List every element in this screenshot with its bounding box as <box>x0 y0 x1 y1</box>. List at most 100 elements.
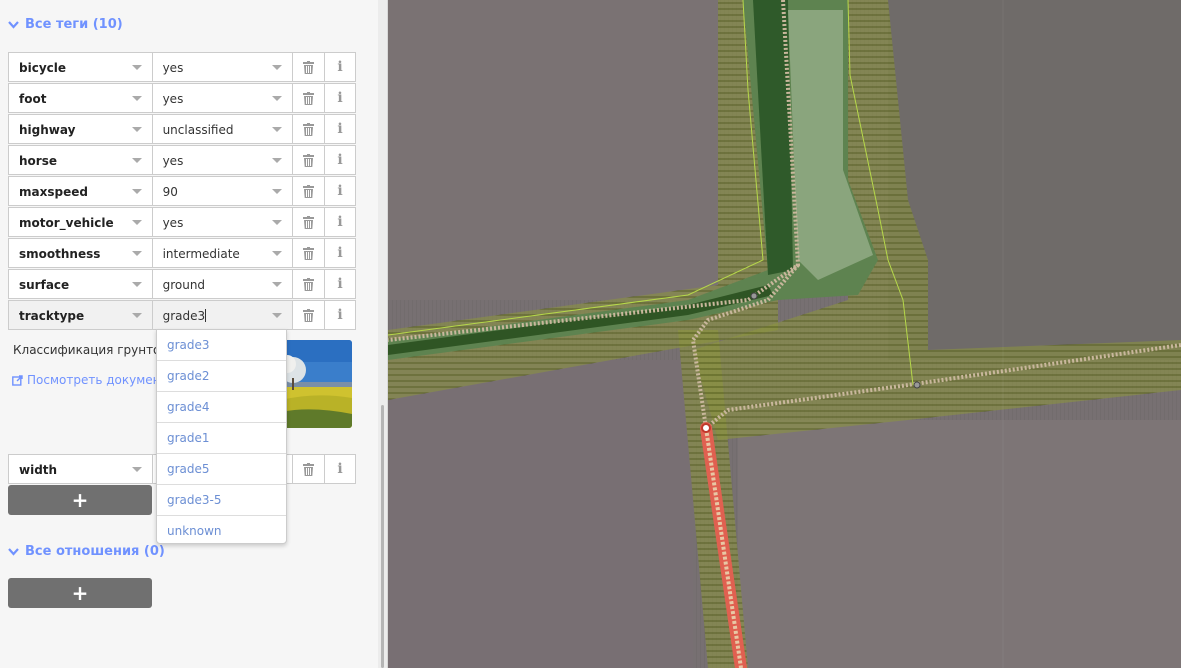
info-icon: i <box>337 245 343 261</box>
all-relations-header[interactable]: Все отношения (0) <box>8 544 165 559</box>
tag-value-field[interactable]: yes <box>151 52 293 82</box>
trash-icon <box>303 153 315 167</box>
tag-value-field[interactable]: ground <box>151 269 293 299</box>
combo-arrow-icon[interactable] <box>131 96 142 101</box>
tag-info-button[interactable]: i <box>324 300 356 330</box>
delete-tag-button[interactable] <box>292 300 325 330</box>
trash-icon <box>303 215 315 229</box>
combo-arrow-icon[interactable] <box>131 313 142 318</box>
tag-row: surface ground i <box>8 269 356 299</box>
tag-value-field[interactable]: yes <box>151 207 293 237</box>
tag-value-wrap: 90 <box>163 185 178 199</box>
tag-value-field[interactable]: unclassified <box>151 114 293 144</box>
tag-value-text: yes <box>162 61 184 75</box>
tag-key-text: tracktype <box>19 309 85 323</box>
tag-value-field[interactable]: yes <box>151 145 293 175</box>
tag-value-field[interactable]: grade3 <box>151 300 293 330</box>
tag-info-button[interactable]: i <box>324 83 356 113</box>
tag-key-field[interactable]: bicycle <box>8 52 152 82</box>
combo-arrow-icon[interactable] <box>272 220 283 225</box>
combo-arrow-icon[interactable] <box>131 220 142 225</box>
combo-option[interactable]: grade5 <box>157 454 286 485</box>
tag-info-button[interactable]: i <box>324 238 356 268</box>
tag-key-field[interactable]: highway <box>8 114 152 144</box>
delete-tag-button[interactable] <box>292 114 325 144</box>
combo-arrow-icon[interactable] <box>272 65 283 70</box>
tag-value-text: yes <box>162 154 184 168</box>
delete-tag-button[interactable] <box>292 145 325 175</box>
all-tags-header[interactable]: Все теги (10) <box>8 17 123 32</box>
combo-arrow-icon[interactable] <box>131 282 142 287</box>
combo-arrow-icon[interactable] <box>272 158 283 163</box>
tag-info-button[interactable]: i <box>324 176 356 206</box>
tag-key-text: horse <box>19 154 57 168</box>
tag-key-text: foot <box>19 92 47 106</box>
delete-tag-button[interactable] <box>292 454 325 484</box>
combo-arrow-icon[interactable] <box>131 127 142 132</box>
value-combo-dropdown: grade3 grade2 grade4 grade1 grade5 grade3-5 un… <box>156 329 287 544</box>
combo-arrow-icon[interactable] <box>272 251 283 256</box>
trash-icon <box>303 60 315 74</box>
delete-tag-button[interactable] <box>292 176 325 206</box>
trash-icon <box>303 246 315 260</box>
tag-value-field[interactable]: intermediate <box>151 238 293 268</box>
tag-value-field[interactable]: 90 <box>151 176 293 206</box>
all-relations-title: Все отношения (0) <box>25 544 165 559</box>
tag-info-button[interactable]: i <box>324 269 356 299</box>
delete-tag-button[interactable] <box>292 52 325 82</box>
tag-value-text: unclassified <box>162 123 234 137</box>
tag-key-field[interactable]: smoothness <box>8 238 152 268</box>
combo-arrow-icon[interactable] <box>131 65 142 70</box>
info-icon: i <box>337 307 343 323</box>
sidebar-scrollbar-thumb[interactable] <box>381 405 384 668</box>
tag-key-field[interactable]: surface <box>8 269 152 299</box>
tag-info-button[interactable]: i <box>324 114 356 144</box>
tag-info-button[interactable]: i <box>324 454 356 484</box>
tag-key-field[interactable]: foot <box>8 83 152 113</box>
tag-key-text: smoothness <box>19 247 101 261</box>
tag-key-text: maxspeed <box>19 185 88 199</box>
combo-option[interactable]: grade2 <box>157 361 286 392</box>
delete-tag-button[interactable] <box>292 269 325 299</box>
tag-value-text: grade3 <box>162 309 206 323</box>
combo-option[interactable]: grade3-5 <box>157 485 286 516</box>
combo-arrow-icon[interactable] <box>272 189 283 194</box>
combo-arrow-icon[interactable] <box>131 467 142 472</box>
tag-value-text: yes <box>162 216 184 230</box>
tag-value-field[interactable]: yes <box>151 83 293 113</box>
combo-arrow-icon[interactable] <box>272 313 283 318</box>
tag-value-wrap: yes <box>163 154 184 168</box>
tag-row: tracktype grade3 i <box>8 300 356 330</box>
tag-info-button[interactable]: i <box>324 145 356 175</box>
info-icon: i <box>337 121 343 137</box>
add-relation-button[interactable]: + <box>8 578 152 608</box>
combo-option[interactable]: grade4 <box>157 392 286 423</box>
tag-info-button[interactable]: i <box>324 207 356 237</box>
tag-key-field[interactable]: tracktype <box>8 300 152 330</box>
combo-option[interactable]: unknown <box>157 516 286 547</box>
tag-row: motor_vehicle yes i <box>8 207 356 237</box>
tag-value-text: 90 <box>162 185 178 199</box>
combo-arrow-icon[interactable] <box>272 127 283 132</box>
combo-arrow-icon[interactable] <box>131 158 142 163</box>
combo-arrow-icon[interactable] <box>272 96 283 101</box>
combo-arrow-icon[interactable] <box>131 251 142 256</box>
tag-key-field[interactable]: width <box>8 454 152 484</box>
delete-tag-button[interactable] <box>292 207 325 237</box>
trash-icon <box>303 91 315 105</box>
map-view[interactable] <box>388 0 1181 668</box>
tag-key-field[interactable]: maxspeed <box>8 176 152 206</box>
tag-info-button[interactable]: i <box>324 52 356 82</box>
info-icon: i <box>337 461 343 477</box>
combo-arrow-icon[interactable] <box>272 282 283 287</box>
tag-key-field[interactable]: motor_vehicle <box>8 207 152 237</box>
tag-key-text: highway <box>19 123 76 137</box>
delete-tag-button[interactable] <box>292 83 325 113</box>
tag-key-field[interactable]: horse <box>8 145 152 175</box>
combo-option[interactable]: grade1 <box>157 423 286 454</box>
combo-option[interactable]: grade3 <box>157 330 286 361</box>
tag-key-text: surface <box>19 278 70 292</box>
combo-arrow-icon[interactable] <box>131 189 142 194</box>
add-tag-button[interactable]: + <box>8 485 152 515</box>
delete-tag-button[interactable] <box>292 238 325 268</box>
